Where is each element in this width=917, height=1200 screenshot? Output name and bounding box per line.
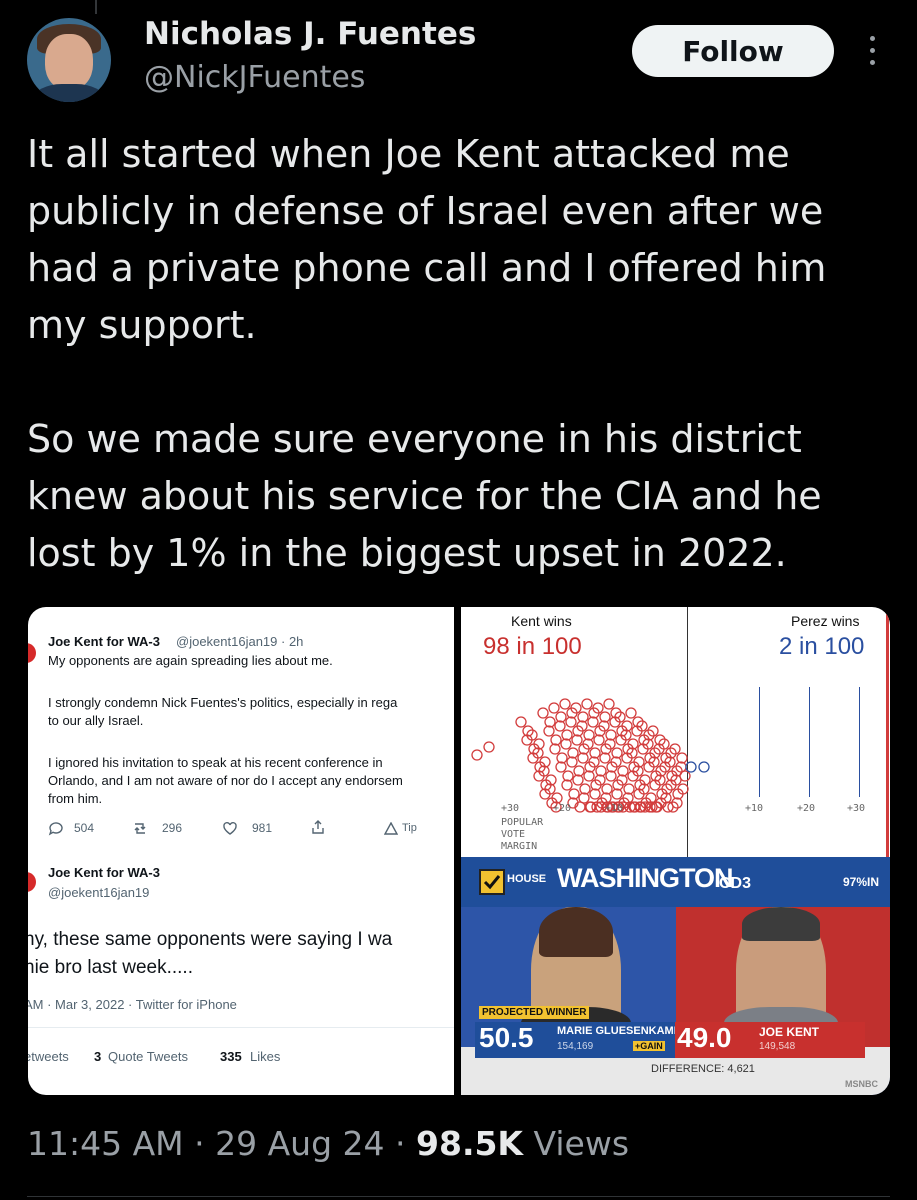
jk-line-5: Orlando, and I am not aware of nor do I … <box>48 773 403 788</box>
kent-name: JOE KENT <box>759 1025 820 1039</box>
kent-dot <box>537 707 549 719</box>
author-name[interactable]: Nicholas J. Fuentes <box>144 16 476 52</box>
jk-line-1: My opponents are again spreading lies ab… <box>48 653 333 668</box>
axis-tick-left-10: +10 <box>605 803 624 814</box>
jk2-likes-count: 335 <box>220 1049 242 1064</box>
follow-button[interactable]: Follow <box>632 25 834 77</box>
kent-dot <box>515 716 527 728</box>
kent-dot <box>603 698 615 710</box>
jk-handle-2: @joekent16jan19 <box>48 885 150 900</box>
media-right-forecast[interactable]: Kent wins 98 in 100 Perez wins 2 in 100 … <box>461 607 890 857</box>
perez-dot <box>685 761 697 773</box>
share-icon <box>312 820 324 834</box>
tweet-time[interactable]: 11:45 AM <box>27 1124 184 1163</box>
like-icon <box>223 821 237 835</box>
tip-icon <box>384 822 398 835</box>
kent-pct: 49.0 <box>677 1022 732 1053</box>
gain-badge: +GAIN <box>633 1041 665 1051</box>
reporting-label: 97%IN <box>843 875 880 889</box>
network-logo: MSNBC <box>845 1079 878 1089</box>
media-right-election-result[interactable]: HOUSE WASHINGTON CD3 97%IN PROJECTED WIN… <box>461 857 890 1095</box>
jk-line-2: I strongly condemn Nick Fuentes's politi… <box>48 695 398 710</box>
jk-name-1: Joe Kent for WA-3 <box>48 634 160 649</box>
house-label: HOUSE <box>507 873 547 885</box>
district-label: CD3 <box>719 875 752 892</box>
more-options-icon[interactable] <box>862 36 882 70</box>
meta-separator: · <box>183 1124 216 1163</box>
avatar-joe-kent <box>28 643 36 663</box>
perez-dot <box>698 761 710 773</box>
jk-handle-time: @joekent16jan19 · 2h <box>176 634 304 649</box>
kent-dot <box>471 749 483 761</box>
retweet-icon <box>134 823 146 834</box>
avatar-shirt <box>33 84 105 102</box>
avatar[interactable] <box>27 18 111 102</box>
jk2-line-1: ny, these same opponents were saying I w… <box>28 929 393 950</box>
tweet-text: It all started when Joe Kent attacked me… <box>27 132 827 575</box>
kent-dot <box>625 707 637 719</box>
reply-count: 504 <box>74 821 95 835</box>
avatar-face <box>45 34 93 90</box>
axis-tick-right-30: +30 <box>847 803 866 814</box>
jk2-retweets-label: etweets <box>28 1049 69 1064</box>
perez-votes: 154,169 <box>557 1041 594 1052</box>
axis-label-vote: VOTE <box>501 829 526 840</box>
avatar-joe-kent-2 <box>28 872 36 892</box>
tweet-date[interactable]: 29 Aug 24 <box>215 1124 384 1163</box>
jk-line-4: I ignored his invitation to speak at his… <box>48 755 383 770</box>
media-left-screenshot[interactable]: Joe Kent for WA-3 @joekent16jan19 · 2h M… <box>28 607 454 1095</box>
kent-votes: 149,548 <box>759 1041 796 1052</box>
divider <box>28 1027 454 1028</box>
axis-tick-right-20: +20 <box>797 803 816 814</box>
jk2-likes-label: Likes <box>250 1049 281 1064</box>
views-count: 98.5K <box>416 1124 524 1163</box>
tweet-media[interactable]: Joe Kent for WA-3 @joekent16jan19 · 2h M… <box>28 607 890 1095</box>
checkbox-icon <box>479 869 505 895</box>
axis-label-popular: POPULAR <box>501 817 544 828</box>
state-label: WASHINGTON <box>557 863 734 893</box>
axis-tick-left-30: +30 <box>501 803 520 814</box>
retweet-count: 296 <box>162 821 183 835</box>
tweet-metadata: 11:45 AM · 29 Aug 24 · 98.5K Views <box>27 1124 629 1163</box>
tip-label: Tip <box>402 822 417 834</box>
projected-winner-label: PROJECTED WINNER <box>479 1006 590 1019</box>
axis-label-margin: MARGIN <box>501 841 538 852</box>
kent-dot <box>669 743 681 755</box>
footer-divider <box>27 1196 890 1197</box>
jk2-quote-count: 3 <box>94 1049 102 1064</box>
thread-line <box>95 0 97 14</box>
jk-line-3: to our ally Israel. <box>48 713 144 728</box>
kent-dot <box>548 702 560 714</box>
jk2-line-2: nie bro last week..... <box>28 957 193 978</box>
kent-dot <box>559 698 571 710</box>
jk2-quote-label: Quote Tweets <box>108 1049 188 1064</box>
views-label: Views <box>523 1124 630 1163</box>
axis-tick-right-10: +10 <box>745 803 764 814</box>
reply-icon <box>48 822 63 836</box>
jk-line-6: from him. <box>48 791 103 806</box>
meta-separator: · <box>384 1124 417 1163</box>
jk-name-2: Joe Kent for WA-3 <box>48 865 160 880</box>
difference-label: DIFFERENCE: 4,621 <box>651 1063 755 1075</box>
kent-dot <box>679 770 691 782</box>
kent-dot <box>647 725 659 737</box>
kent-dot <box>483 741 495 753</box>
author-handle[interactable]: @NickJFuentes <box>144 60 365 95</box>
kent-dot <box>581 698 593 710</box>
jk2-meta: AM · Mar 3, 2022 · Twitter for iPhone <box>28 997 237 1012</box>
axis-tick-left-20: +20 <box>553 803 572 814</box>
perez-pct: 50.5 <box>479 1022 534 1053</box>
like-count: 981 <box>252 821 273 835</box>
